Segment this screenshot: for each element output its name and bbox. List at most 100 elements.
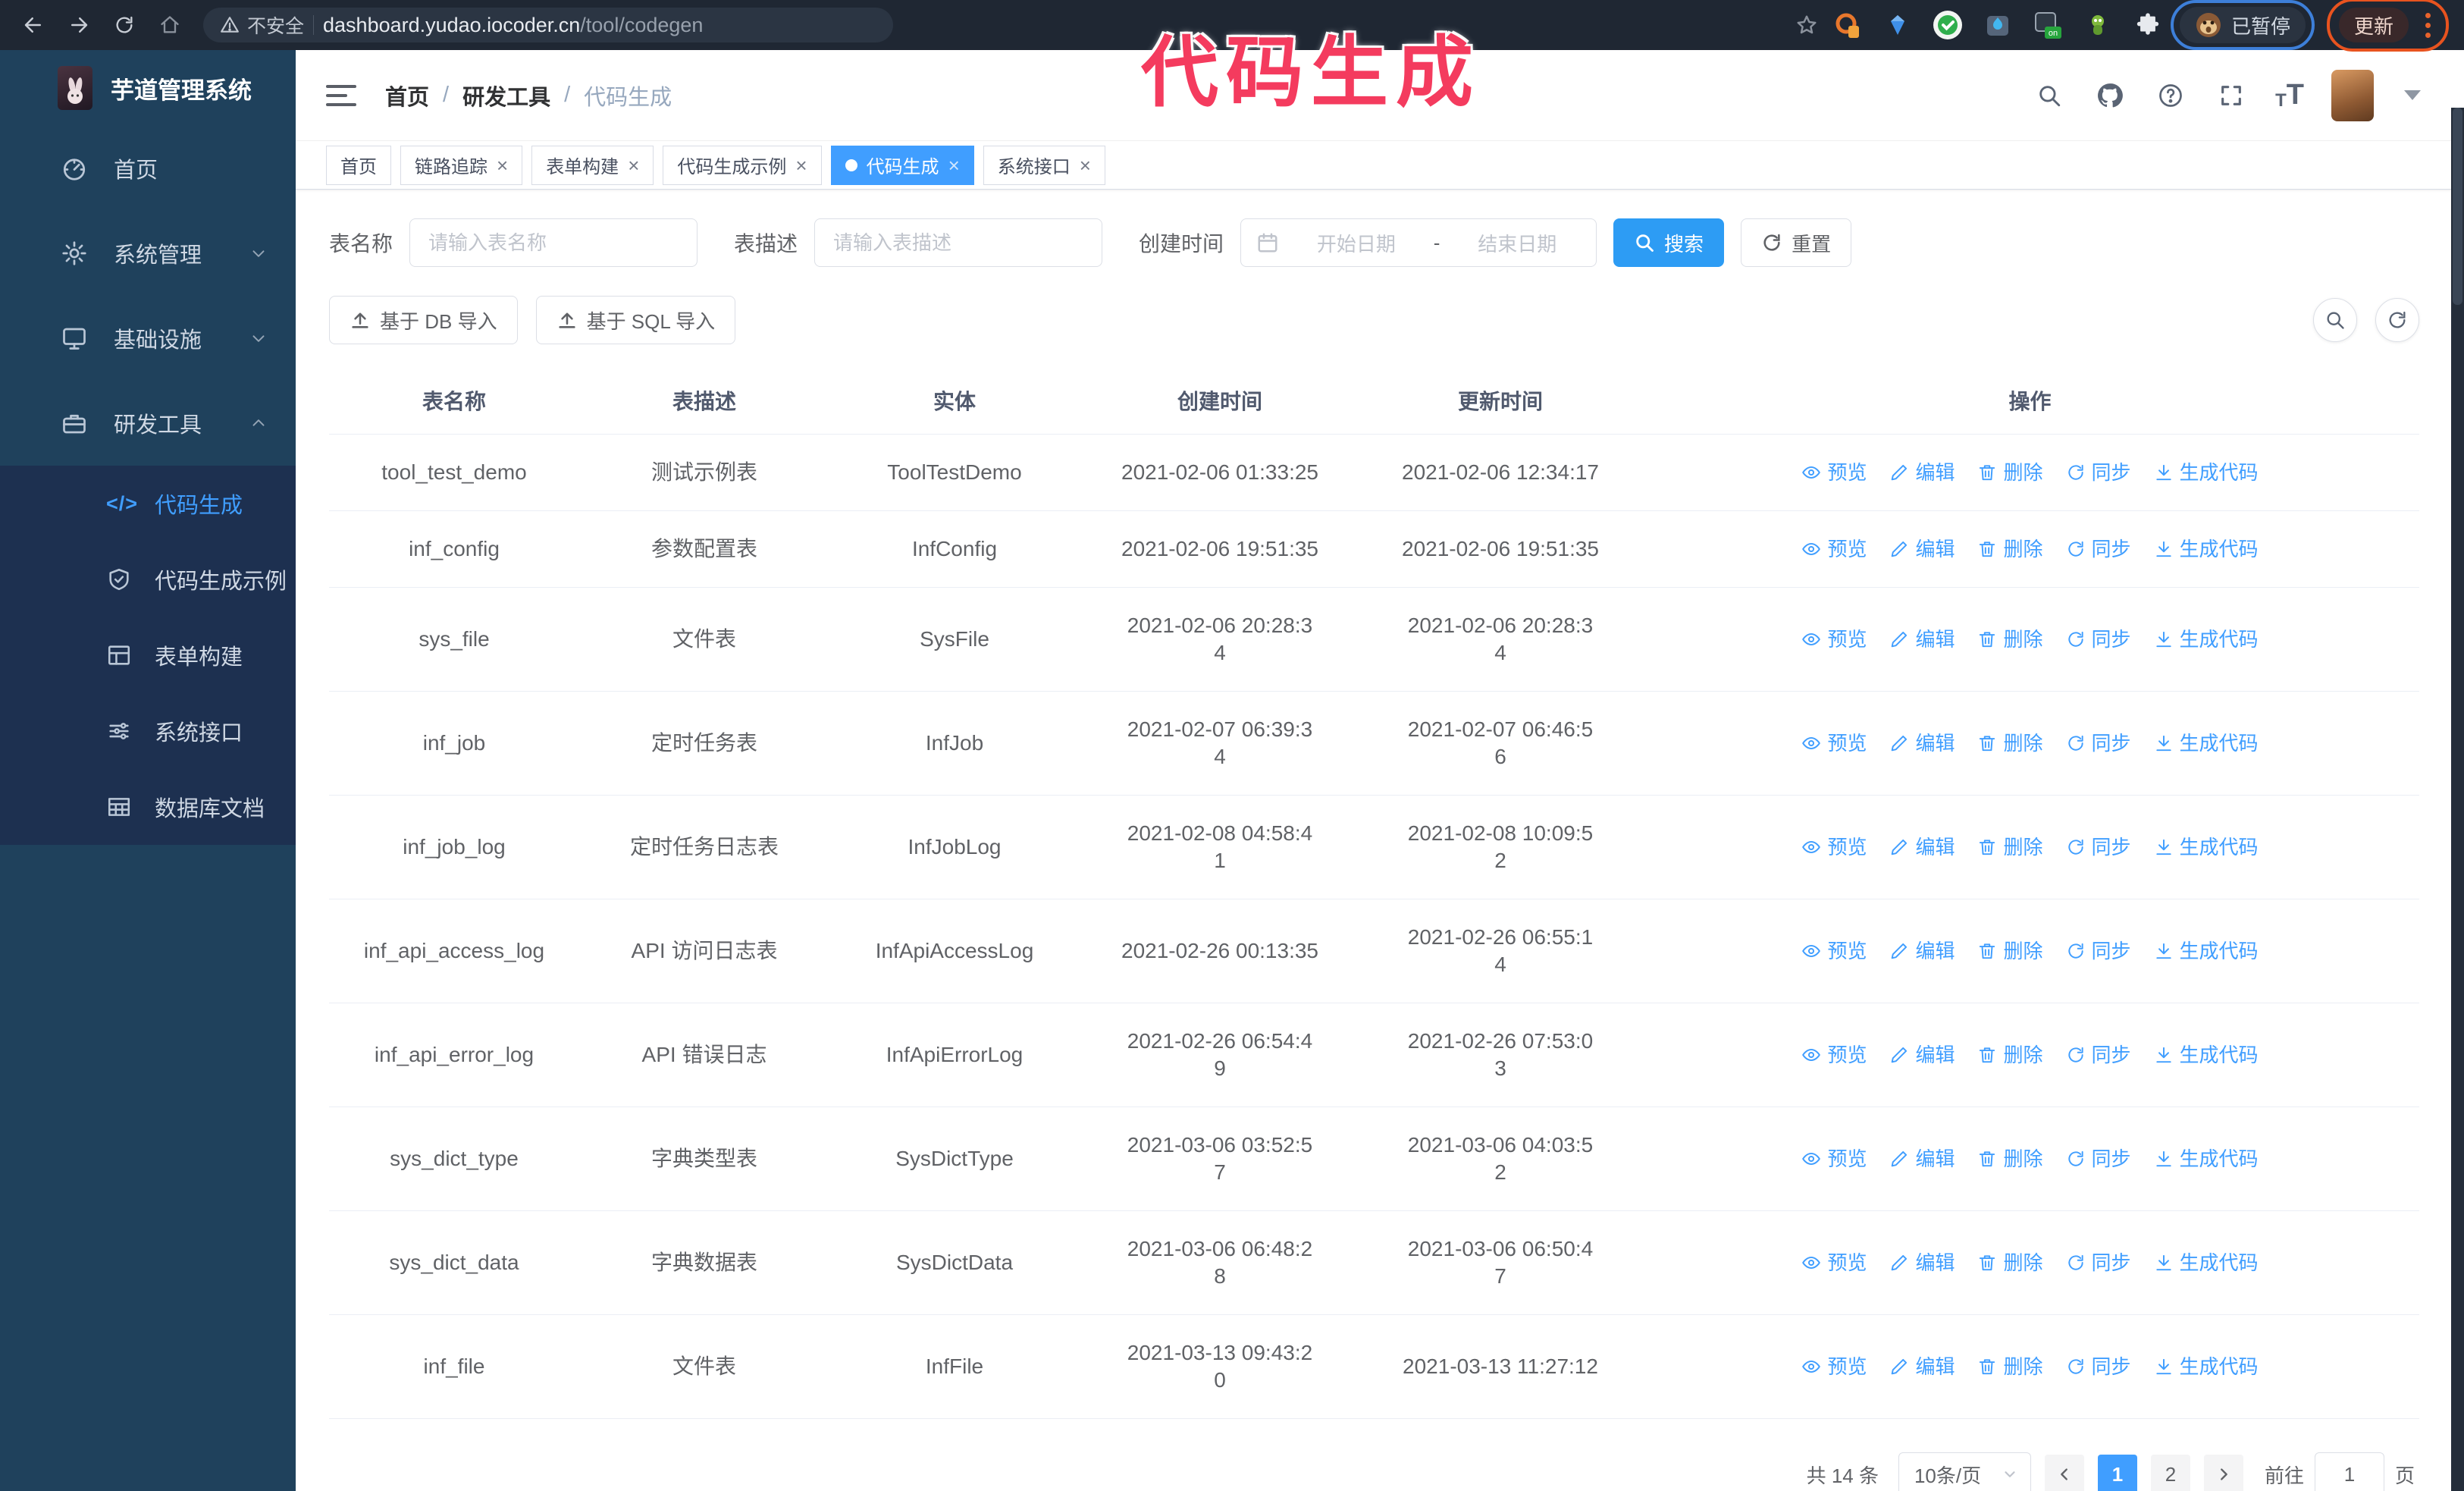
- table-name-input[interactable]: [409, 218, 698, 267]
- import-db-button[interactable]: 基于 DB 导入: [329, 296, 518, 344]
- font-size-icon[interactable]: TT: [2275, 79, 2304, 111]
- sync-link[interactable]: 同步: [2066, 1249, 2131, 1276]
- preview-link[interactable]: 预览: [1801, 1041, 1867, 1069]
- insecure-warning[interactable]: 不安全: [220, 11, 304, 39]
- close-icon[interactable]: ×: [497, 155, 508, 175]
- sync-link[interactable]: 同步: [2066, 459, 2131, 486]
- tab-codegen-example[interactable]: 代码生成示例 ×: [663, 145, 822, 185]
- edit-link[interactable]: 编辑: [1889, 730, 1955, 757]
- breadcrumb-item[interactable]: 研发工具: [462, 80, 550, 111]
- app-logo[interactable]: 芋道管理系统: [0, 50, 296, 126]
- delete-link[interactable]: 删除: [1977, 459, 2043, 486]
- prev-page-button[interactable]: [2044, 1455, 2084, 1491]
- delete-link[interactable]: 删除: [1977, 833, 2043, 861]
- generate-link[interactable]: 生成代码: [2154, 730, 2259, 757]
- extension-icon[interactable]: [2083, 10, 2113, 40]
- extension-icon[interactable]: [1983, 10, 2013, 40]
- address-bar[interactable]: 不安全 dashboard.yudao.iocoder.cn/tool/code…: [203, 8, 893, 42]
- edit-link[interactable]: 编辑: [1889, 1249, 1955, 1276]
- sidebar-item-infra[interactable]: 基础设施: [0, 296, 296, 381]
- sync-link[interactable]: 同步: [2066, 833, 2131, 861]
- sidebar-item-form-builder[interactable]: 表单构建: [0, 617, 296, 693]
- edit-link[interactable]: 编辑: [1889, 1041, 1955, 1069]
- back-icon[interactable]: [14, 5, 53, 45]
- edit-link[interactable]: 编辑: [1889, 1353, 1955, 1380]
- refresh-table-button[interactable]: [2375, 298, 2419, 342]
- sidebar-toggle-icon[interactable]: [326, 84, 356, 106]
- sidebar-item-home[interactable]: 首页: [0, 126, 296, 211]
- delete-link[interactable]: 删除: [1977, 535, 2043, 563]
- extension-icon[interactable]: [1933, 10, 1963, 40]
- toggle-search-button[interactable]: [2313, 298, 2357, 342]
- tab-system-api[interactable]: 系统接口 ×: [983, 145, 1105, 185]
- edit-link[interactable]: 编辑: [1889, 626, 1955, 653]
- preview-link[interactable]: 预览: [1801, 459, 1867, 486]
- generate-link[interactable]: 生成代码: [2154, 1041, 2259, 1069]
- breadcrumb-item[interactable]: 首页: [385, 80, 429, 111]
- sync-link[interactable]: 同步: [2066, 937, 2131, 965]
- sync-link[interactable]: 同步: [2066, 535, 2131, 563]
- date-range-picker[interactable]: 开始日期 - 结束日期: [1240, 218, 1597, 267]
- preview-link[interactable]: 预览: [1801, 1353, 1867, 1380]
- reset-button[interactable]: 重置: [1741, 218, 1852, 267]
- goto-page-input[interactable]: [2314, 1452, 2384, 1491]
- edit-link[interactable]: 编辑: [1889, 1145, 1955, 1172]
- close-icon[interactable]: ×: [628, 155, 639, 175]
- import-sql-button[interactable]: 基于 SQL 导入: [535, 296, 736, 344]
- generate-link[interactable]: 生成代码: [2154, 535, 2259, 563]
- end-date-placeholder[interactable]: 结束日期: [1453, 229, 1581, 257]
- sync-link[interactable]: 同步: [2066, 1145, 2131, 1172]
- delete-link[interactable]: 删除: [1977, 730, 2043, 757]
- extension-icon[interactable]: [1882, 10, 1913, 40]
- edit-link[interactable]: 编辑: [1889, 833, 1955, 861]
- delete-link[interactable]: 删除: [1977, 1041, 2043, 1069]
- close-icon[interactable]: ×: [948, 155, 960, 175]
- tab-codegen[interactable]: 代码生成 ×: [830, 145, 974, 185]
- sync-link[interactable]: 同步: [2066, 1353, 2131, 1380]
- sidebar-item-devtool[interactable]: 研发工具: [0, 381, 296, 466]
- paused-extension-badge[interactable]: 已暂停: [2170, 0, 2315, 50]
- preview-link[interactable]: 预览: [1801, 1145, 1867, 1172]
- browser-menu-icon[interactable]: [2419, 12, 2437, 38]
- extension-icon[interactable]: [1832, 10, 1863, 40]
- search-icon[interactable]: [2033, 79, 2066, 112]
- preview-link[interactable]: 预览: [1801, 730, 1867, 757]
- table-desc-input[interactable]: [814, 218, 1103, 267]
- tab-form-builder[interactable]: 表单构建 ×: [531, 145, 654, 185]
- sidebar-item-system-api[interactable]: 系统接口: [0, 693, 296, 769]
- forward-icon[interactable]: [59, 5, 99, 45]
- chevron-down-icon[interactable]: [2404, 90, 2421, 100]
- sync-link[interactable]: 同步: [2066, 1041, 2131, 1069]
- sidebar-item-system[interactable]: 系统管理: [0, 211, 296, 296]
- preview-link[interactable]: 预览: [1801, 535, 1867, 563]
- page-size-select[interactable]: 10条/页: [1898, 1452, 2031, 1491]
- delete-link[interactable]: 删除: [1977, 937, 2043, 965]
- tab-home[interactable]: 首页: [326, 145, 391, 185]
- help-icon[interactable]: [2154, 79, 2187, 112]
- preview-link[interactable]: 预览: [1801, 1249, 1867, 1276]
- preview-link[interactable]: 预览: [1801, 833, 1867, 861]
- generate-link[interactable]: 生成代码: [2154, 626, 2259, 653]
- reload-icon[interactable]: [105, 5, 144, 45]
- generate-link[interactable]: 生成代码: [2154, 833, 2259, 861]
- next-page-button[interactable]: [2203, 1455, 2243, 1491]
- close-icon[interactable]: ×: [1080, 155, 1091, 175]
- tab-trace[interactable]: 链路追踪 ×: [400, 145, 523, 185]
- generate-link[interactable]: 生成代码: [2154, 1353, 2259, 1380]
- edit-link[interactable]: 编辑: [1889, 459, 1955, 486]
- delete-link[interactable]: 删除: [1977, 626, 2043, 653]
- delete-link[interactable]: 删除: [1977, 1145, 2043, 1172]
- delete-link[interactable]: 删除: [1977, 1249, 2043, 1276]
- generate-link[interactable]: 生成代码: [2154, 1145, 2259, 1172]
- sidebar-item-codegen-example[interactable]: 代码生成示例: [0, 541, 296, 617]
- preview-link[interactable]: 预览: [1801, 937, 1867, 965]
- fullscreen-icon[interactable]: [2215, 79, 2248, 112]
- edit-link[interactable]: 编辑: [1889, 937, 1955, 965]
- close-icon[interactable]: ×: [795, 155, 807, 175]
- start-date-placeholder[interactable]: 开始日期: [1293, 229, 1420, 257]
- edit-link[interactable]: 编辑: [1889, 535, 1955, 563]
- sidebar-item-codegen[interactable]: </> 代码生成: [0, 466, 296, 541]
- user-avatar[interactable]: [2331, 69, 2374, 121]
- generate-link[interactable]: 生成代码: [2154, 1249, 2259, 1276]
- home-icon[interactable]: [150, 5, 190, 45]
